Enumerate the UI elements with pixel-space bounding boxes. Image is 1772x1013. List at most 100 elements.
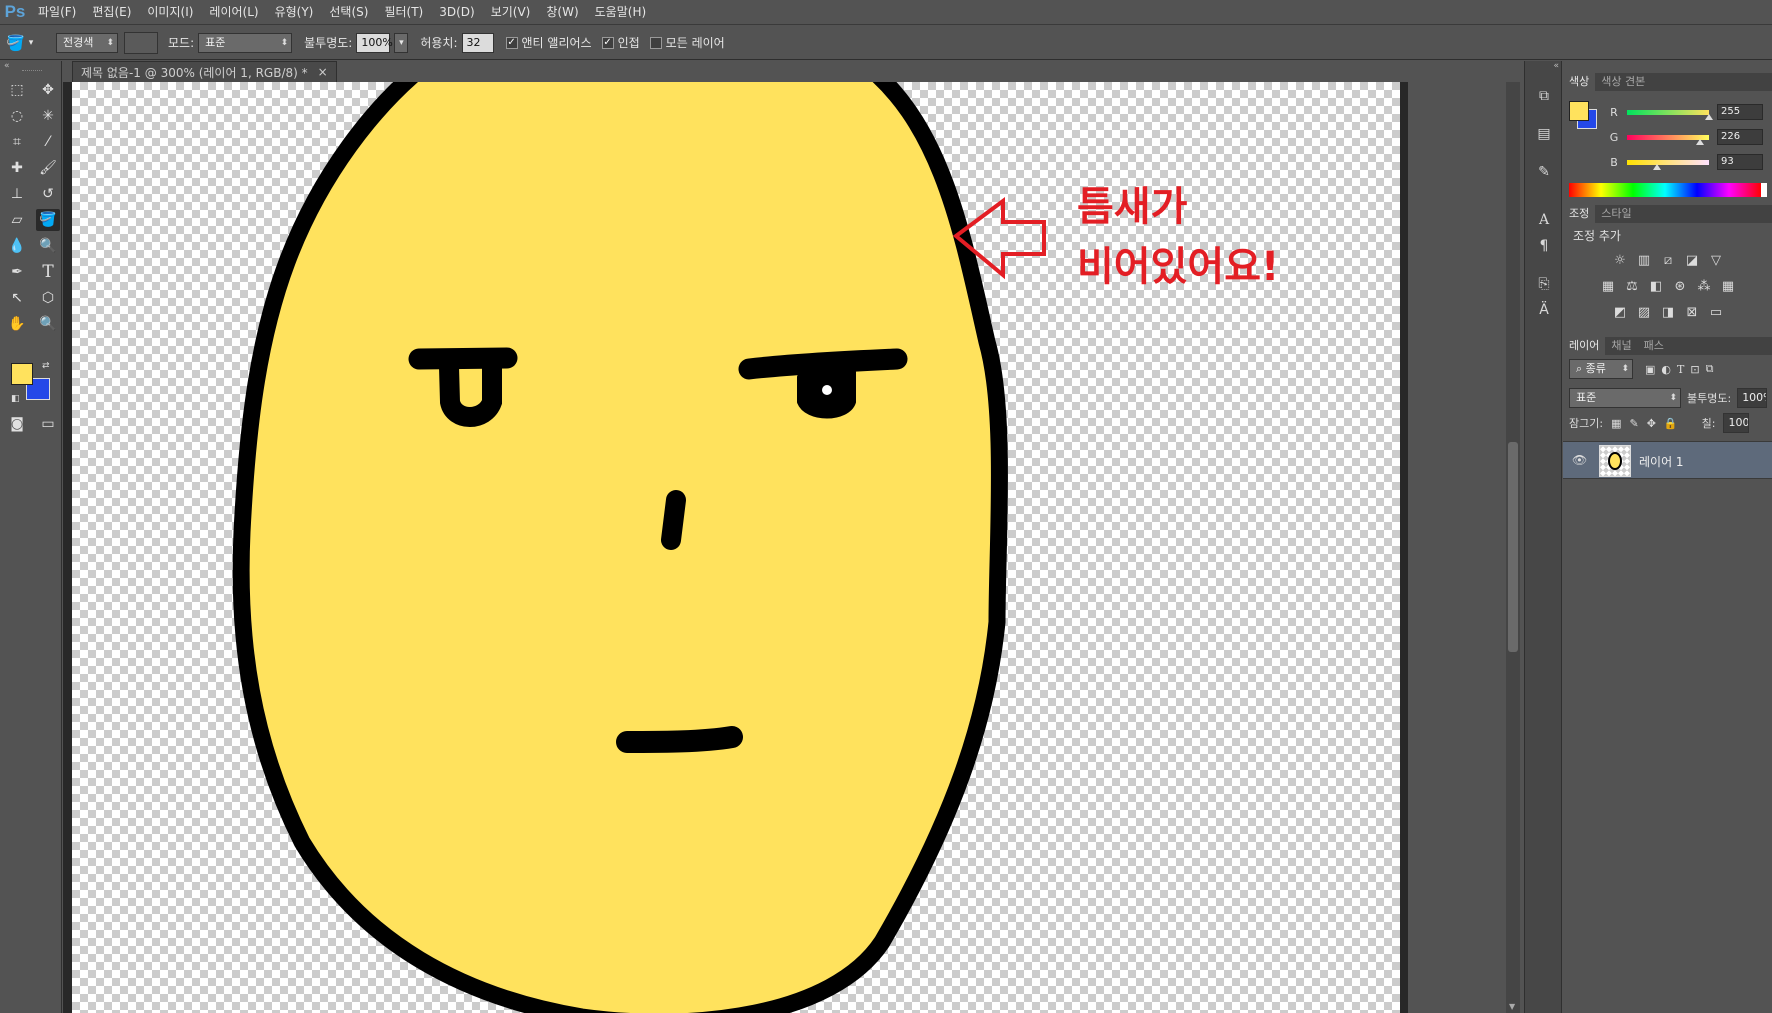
properties-panel-icon[interactable]: ▤	[1532, 123, 1556, 145]
photo-filter-icon[interactable]: ⊛	[1671, 277, 1689, 295]
scroll-down-arrow-icon[interactable]: ▼	[1509, 1002, 1515, 1011]
menu-help[interactable]: 도움말(H)	[587, 0, 655, 25]
red-value-input[interactable]: 255	[1717, 104, 1763, 120]
pixel-filter-icon[interactable]: ▣	[1645, 363, 1655, 376]
foreground-color-swatch[interactable]	[11, 363, 33, 385]
scrollbar-thumb[interactable]	[1508, 442, 1518, 652]
opacity-dropdown-button[interactable]: ▾	[394, 32, 409, 53]
smart-object-filter-icon[interactable]: ⧉	[1706, 362, 1714, 376]
document-canvas[interactable]: 틈새가 비어있어요!	[72, 82, 1400, 1013]
layer-filter-select[interactable]: ⌕ 종류	[1569, 359, 1633, 379]
menu-edit[interactable]: 편집(E)	[84, 0, 139, 25]
menu-view[interactable]: 보기(V)	[483, 0, 539, 25]
menu-image[interactable]: 이미지(I)	[139, 0, 201, 25]
green-slider[interactable]	[1627, 134, 1709, 145]
exposure-icon[interactable]: ◪	[1683, 251, 1701, 269]
hue-saturation-icon[interactable]: ▦	[1599, 277, 1617, 295]
invert-icon[interactable]: ◩	[1611, 303, 1629, 321]
black-white-icon[interactable]: ◧	[1647, 277, 1665, 295]
blue-slider-handle[interactable]	[1652, 163, 1661, 170]
tool-preset-picker[interactable]: 🪣 ▾	[6, 34, 50, 52]
tab-styles[interactable]: 스타일	[1595, 205, 1637, 223]
tolerance-input[interactable]: 32	[461, 32, 494, 53]
panel-collapse-icon[interactable]: «	[1553, 61, 1559, 71]
layer-thumbnail[interactable]	[1599, 445, 1631, 477]
tab-channels[interactable]: 채널	[1605, 337, 1637, 355]
threshold-icon[interactable]: ◨	[1659, 303, 1677, 321]
menu-type[interactable]: 유형(Y)	[267, 0, 322, 25]
lock-all-icon[interactable]: 🔒	[1664, 417, 1678, 430]
selective-color-icon[interactable]: ⊠	[1683, 303, 1701, 321]
antialias-checkbox[interactable]: ✓	[505, 36, 518, 49]
screen-mode-icon[interactable]: ▭	[36, 413, 60, 435]
lock-pixels-icon[interactable]: ✎	[1629, 417, 1638, 430]
marquee-icon[interactable]: ⬚	[5, 79, 29, 101]
brightness-icon[interactable]: ☼	[1611, 251, 1629, 269]
move-icon[interactable]: ✥	[36, 79, 60, 101]
color-spectrum-bar[interactable]	[1569, 183, 1767, 197]
gradient-map-icon[interactable]: ▭	[1707, 303, 1725, 321]
eye-icon[interactable]: 👁	[1572, 453, 1587, 467]
contiguous-checkbox[interactable]: ✓	[601, 36, 614, 49]
posterize-icon[interactable]: ▨	[1635, 303, 1653, 321]
red-slider-handle[interactable]	[1705, 113, 1713, 120]
zoom-icon[interactable]: 🔍	[36, 313, 60, 335]
layer-name[interactable]: 레이어 1	[1639, 453, 1684, 470]
blend-mode-select[interactable]: 표준	[1569, 388, 1681, 408]
panel-collapse-icon[interactable]: «	[4, 61, 10, 71]
close-icon[interactable]: ×	[318, 65, 328, 79]
menu-file[interactable]: 파일(F)	[30, 0, 84, 25]
crop-icon[interactable]: ⌗	[5, 131, 29, 153]
pen-icon[interactable]: ✒	[5, 261, 29, 283]
curves-icon[interactable]: ⧄	[1659, 251, 1677, 269]
type-filter-icon[interactable]: T	[1677, 363, 1684, 376]
history-panel-icon[interactable]: ⧉	[1532, 85, 1556, 107]
blur-icon[interactable]: 💧	[5, 235, 29, 257]
brush-presets-panel-icon[interactable]: ✎	[1532, 161, 1556, 183]
adjustment-filter-icon[interactable]: ◐	[1661, 363, 1671, 376]
panel-grip[interactable]	[22, 70, 42, 72]
menu-window[interactable]: 창(W)	[538, 0, 586, 25]
paint-bucket-tool-icon[interactable]: 🪣	[36, 209, 60, 231]
default-colors-icon[interactable]: ◧	[11, 394, 20, 404]
tab-adjustments[interactable]: 조정	[1563, 205, 1596, 223]
vibrance-icon[interactable]: ▽	[1707, 251, 1725, 269]
tab-swatches[interactable]: 색상 견본	[1595, 73, 1651, 91]
red-slider[interactable]	[1627, 109, 1713, 120]
eraser-icon[interactable]: ▱	[5, 209, 29, 231]
menu-filter[interactable]: 필터(T)	[376, 0, 431, 25]
clone-stamp-icon[interactable]: ⊥	[5, 183, 29, 205]
character-panel-icon[interactable]: A	[1532, 209, 1556, 231]
glyphs-panel-icon[interactable]: Ä	[1532, 299, 1556, 321]
foreground-color-swatch[interactable]	[1569, 101, 1589, 121]
color-balance-icon[interactable]: ⚖	[1623, 277, 1641, 295]
tab-color[interactable]: 색상	[1563, 73, 1596, 91]
mode-select[interactable]: 표준	[198, 32, 293, 53]
clone-source-panel-icon[interactable]: ⎘	[1532, 273, 1556, 295]
menu-3d[interactable]: 3D(D)	[431, 0, 482, 25]
menu-layer[interactable]: 레이어(L)	[201, 0, 266, 25]
quick-mask-icon[interactable]: ◙	[5, 413, 29, 435]
levels-icon[interactable]: ▥	[1635, 251, 1653, 269]
shape-filter-icon[interactable]: ⊡	[1690, 363, 1699, 376]
fill-source-select[interactable]: 전경색	[56, 32, 118, 53]
document-tab[interactable]: 제목 없음-1 @ 300% (레이어 1, RGB/8) * ×	[72, 61, 337, 82]
pattern-picker[interactable]	[124, 31, 158, 54]
lock-position-icon[interactable]: ✥	[1647, 417, 1656, 430]
fill-input[interactable]: 100%	[1723, 413, 1750, 433]
swap-colors-icon[interactable]: ⇄	[42, 361, 50, 371]
lasso-icon[interactable]: ◌	[5, 105, 29, 127]
green-value-input[interactable]: 226	[1717, 129, 1763, 145]
green-slider-handle[interactable]	[1695, 138, 1704, 145]
blue-value-input[interactable]: 93	[1717, 154, 1763, 170]
shape-icon[interactable]: ⬡	[36, 287, 60, 309]
tab-layers[interactable]: 레이어	[1563, 337, 1606, 355]
blue-slider[interactable]	[1627, 159, 1709, 170]
channel-mixer-icon[interactable]: ⁂	[1695, 277, 1713, 295]
color-lookup-icon[interactable]: ▦	[1719, 277, 1737, 295]
all-layers-checkbox[interactable]	[649, 36, 662, 49]
brush-icon[interactable]: 🖌	[36, 157, 60, 179]
eyedropper-icon[interactable]: ⁄	[36, 131, 60, 153]
dodge-icon[interactable]: 🔍	[36, 235, 60, 257]
healing-brush-icon[interactable]: ✚	[5, 157, 29, 179]
